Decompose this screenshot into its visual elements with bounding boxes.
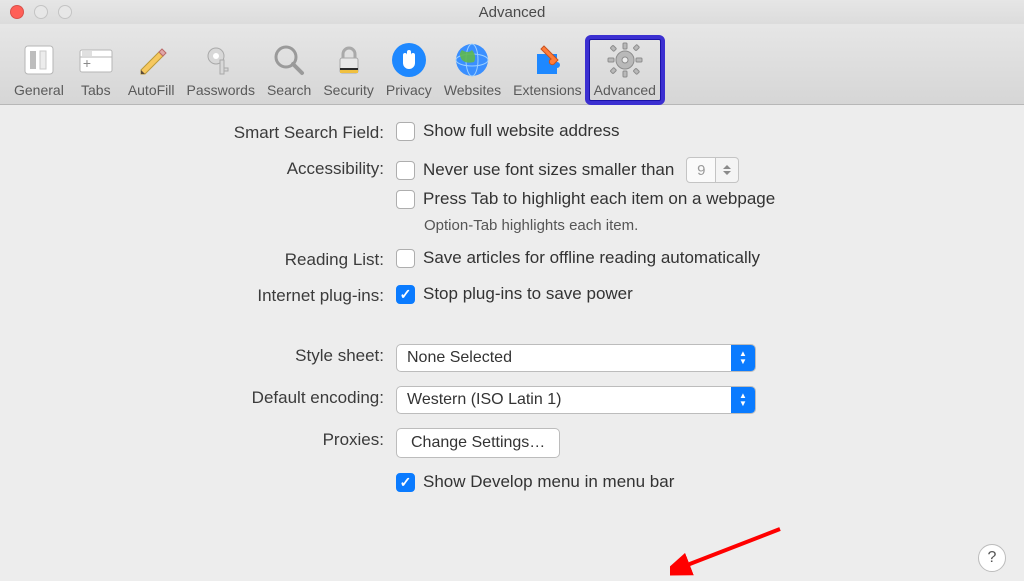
checkbox-min-font-size[interactable] xyxy=(396,161,415,180)
tab-label: Security xyxy=(323,82,374,98)
tab-websites[interactable]: Websites xyxy=(438,38,507,102)
popup-value: None Selected xyxy=(407,349,512,367)
content-pane: Smart Search Field: Show full website ad… xyxy=(0,105,1024,581)
tab-label: Search xyxy=(267,82,311,98)
text-show-full-url: Show full website address xyxy=(423,121,620,141)
hand-icon xyxy=(389,40,429,80)
row-encoding: Default encoding: Western (ISO Latin 1) … xyxy=(24,386,1000,414)
tab-autofill[interactable]: AutoFill xyxy=(122,38,181,102)
checkbox-press-tab[interactable] xyxy=(396,190,415,209)
tab-label: Websites xyxy=(444,82,501,98)
text-offline-reading: Save articles for offline reading automa… xyxy=(423,248,760,268)
text-min-font-size: Never use font sizes smaller than xyxy=(423,160,674,180)
tab-advanced[interactable]: Advanced xyxy=(588,38,662,102)
svg-text:+: + xyxy=(83,55,91,71)
key-icon xyxy=(201,40,241,80)
checkbox-show-full-url[interactable] xyxy=(396,122,415,141)
tab-label: Privacy xyxy=(386,82,432,98)
text-show-develop-menu: Show Develop menu in menu bar xyxy=(423,472,674,492)
button-change-proxy-settings[interactable]: Change Settings… xyxy=(396,428,560,458)
text-stop-plugins: Stop plug-ins to save power xyxy=(423,284,633,304)
button-label: Change Settings… xyxy=(411,434,545,452)
window-title: Advanced xyxy=(479,4,546,21)
row-accessibility: Accessibility: Never use font sizes smal… xyxy=(24,157,1000,234)
help-label: ? xyxy=(988,549,997,567)
tab-passwords[interactable]: Passwords xyxy=(181,38,261,102)
text-press-tab: Press Tab to highlight each item on a we… xyxy=(423,189,775,209)
preferences-window: Advanced General + Tabs AutoFill Pas xyxy=(0,0,1024,581)
zoom-window-button[interactable] xyxy=(58,5,72,19)
switch-icon xyxy=(19,40,59,80)
traffic-lights xyxy=(10,5,72,19)
tab-label: Extensions xyxy=(513,82,581,98)
label-style-sheet: Style sheet: xyxy=(24,344,384,366)
label-reading-list: Reading List: xyxy=(24,248,384,270)
checkbox-stop-plugins[interactable] xyxy=(396,285,415,304)
tab-tabs[interactable]: + Tabs xyxy=(70,38,122,102)
tabs-icon: + xyxy=(76,40,116,80)
label-smart-search: Smart Search Field: xyxy=(24,121,384,143)
tab-search[interactable]: Search xyxy=(261,38,317,102)
puzzle-icon xyxy=(527,40,567,80)
label-plugins: Internet plug-ins: xyxy=(24,284,384,306)
close-window-button[interactable] xyxy=(10,5,24,19)
tab-security[interactable]: Security xyxy=(317,38,380,102)
row-reading-list: Reading List: Save articles for offline … xyxy=(24,248,1000,270)
tab-extensions[interactable]: Extensions xyxy=(507,38,587,102)
popup-value: Western (ISO Latin 1) xyxy=(407,391,561,409)
tab-label: Tabs xyxy=(81,82,111,98)
chevron-updown-icon: ▲▼ xyxy=(731,387,755,413)
tab-label: Passwords xyxy=(187,82,255,98)
popup-style-sheet[interactable]: None Selected ▲▼ xyxy=(396,344,756,372)
tab-label: AutoFill xyxy=(128,82,175,98)
tab-general[interactable]: General xyxy=(8,38,70,102)
min-font-size-stepper[interactable] xyxy=(716,157,739,183)
minimize-window-button[interactable] xyxy=(34,5,48,19)
row-smart-search: Smart Search Field: Show full website ad… xyxy=(24,121,1000,143)
chevron-updown-icon: ▲▼ xyxy=(731,345,755,371)
checkbox-show-develop-menu[interactable] xyxy=(396,473,415,492)
note-option-tab: Option-Tab highlights each item. xyxy=(424,217,775,234)
titlebar: Advanced xyxy=(0,0,1024,25)
label-accessibility: Accessibility: xyxy=(24,157,384,179)
help-button[interactable]: ? xyxy=(978,544,1006,572)
magnifier-icon xyxy=(269,40,309,80)
tab-privacy[interactable]: Privacy xyxy=(380,38,438,102)
gear-icon xyxy=(605,40,645,80)
label-proxies: Proxies: xyxy=(24,428,384,450)
tab-label: Advanced xyxy=(594,82,656,98)
tab-label: General xyxy=(14,82,64,98)
toolbar: General + Tabs AutoFill Passwords Search xyxy=(0,25,1024,105)
checkbox-offline-reading[interactable] xyxy=(396,249,415,268)
row-develop-menu: Show Develop menu in menu bar xyxy=(24,472,1000,492)
min-font-size-value[interactable]: 9 xyxy=(686,157,716,183)
label-encoding: Default encoding: xyxy=(24,386,384,408)
popup-encoding[interactable]: Western (ISO Latin 1) ▲▼ xyxy=(396,386,756,414)
lock-icon xyxy=(329,40,369,80)
pencil-icon xyxy=(131,40,171,80)
row-proxies: Proxies: Change Settings… xyxy=(24,428,1000,458)
globe-icon xyxy=(452,40,492,80)
row-style-sheet: Style sheet: None Selected ▲▼ xyxy=(24,344,1000,372)
row-plugins: Internet plug-ins: Stop plug-ins to save… xyxy=(24,284,1000,306)
min-font-size-field: 9 xyxy=(686,157,739,183)
